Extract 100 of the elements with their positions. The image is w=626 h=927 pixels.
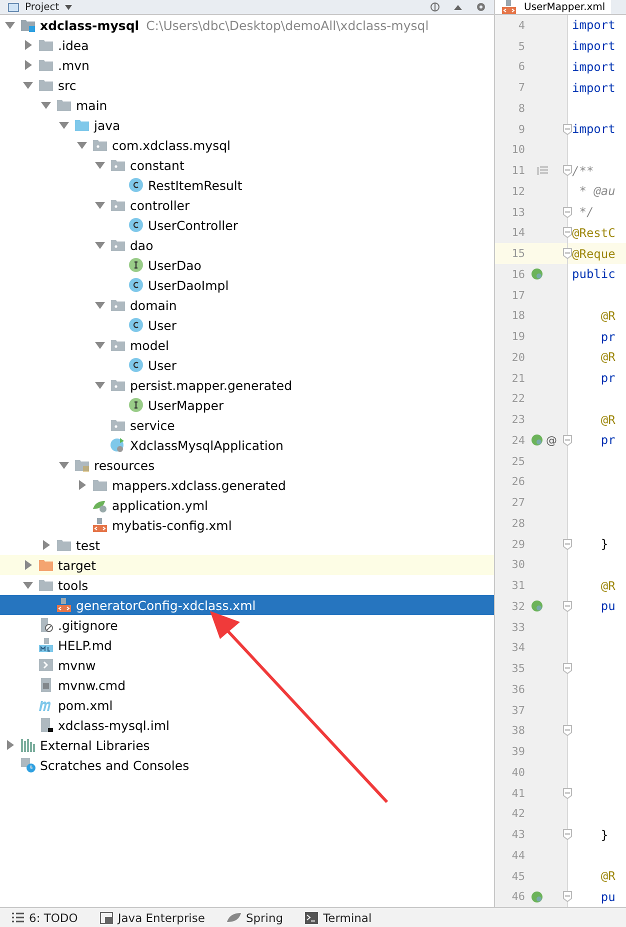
tree-row[interactable]: model [0, 335, 494, 355]
tree-row[interactable]: target [0, 555, 494, 575]
tree-row[interactable]: mvnw.cmd [0, 675, 494, 695]
expand-arrow-icon[interactable] [22, 559, 34, 571]
tree-row[interactable]: mvnw [0, 655, 494, 675]
tree-row[interactable]: mybatis-config.xml [0, 515, 494, 535]
expand-arrow-icon[interactable] [94, 379, 106, 391]
tree-row[interactable]: application.yml [0, 495, 494, 515]
package-icon [110, 157, 126, 173]
tree-row[interactable]: test [0, 535, 494, 555]
tool-window-button[interactable]: Terminal [305, 910, 372, 924]
tree-row[interactable]: External Libraries [0, 735, 494, 755]
tree-row[interactable]: com.xdclass.mysql [0, 135, 494, 155]
fold-marker-icon[interactable] [563, 788, 572, 799]
line-number: 38 [510, 724, 525, 738]
fold-marker-icon[interactable] [563, 165, 572, 176]
tree-row[interactable]: generatorConfig-xdclass.xml [0, 595, 494, 615]
expand-arrow-icon[interactable] [40, 99, 52, 111]
settings-icon[interactable] [476, 2, 486, 12]
expand-arrow-icon[interactable] [58, 119, 70, 131]
tree-row[interactable]: src [0, 75, 494, 95]
expand-arrow-icon[interactable] [22, 579, 34, 591]
expand-arrow-icon[interactable] [22, 59, 34, 71]
tree-row[interactable]: resources [0, 455, 494, 475]
tool-window-button[interactable]: Spring [226, 910, 284, 924]
fold-marker-icon[interactable] [563, 124, 572, 135]
code-text: } [600, 828, 608, 842]
tree-row[interactable]: UserController [0, 215, 494, 235]
fold-marker-icon[interactable] [563, 891, 572, 902]
file-name: UserDao [148, 258, 202, 272]
editor-tab[interactable]: UserMapper.xml [495, 0, 612, 14]
line-number: 21 [510, 372, 525, 385]
code-text: @R [600, 869, 616, 884]
tree-row[interactable]: pom.xml [0, 695, 494, 715]
fold-marker-icon[interactable] [563, 538, 572, 550]
ignore-file-icon [38, 617, 54, 633]
tree-row[interactable]: HELP.md [0, 635, 494, 655]
tree-row[interactable]: .mvn [0, 55, 494, 75]
tool-window-button[interactable]: Java Enterprise [100, 910, 205, 924]
fold-marker-icon[interactable] [563, 663, 572, 674]
tree-row[interactable]: domain [0, 295, 494, 315]
expand-arrow-icon[interactable] [94, 299, 106, 311]
fold-marker-icon[interactable] [563, 434, 572, 446]
expand-arrow-icon[interactable] [94, 239, 106, 251]
tree-row[interactable]: tools [0, 575, 494, 595]
tool-window-button[interactable]: 6: TODO [12, 910, 78, 924]
gutter-marker[interactable]: @ [546, 434, 557, 447]
tree-row[interactable]: .idea [0, 35, 494, 55]
expand-arrow-icon[interactable] [22, 79, 34, 91]
tree-row[interactable]: XdclassMysqlApplication [0, 435, 494, 455]
locate-icon[interactable] [430, 2, 440, 12]
expand-arrow-icon[interactable] [40, 539, 52, 551]
caret-icon[interactable] [65, 4, 72, 10]
tree-row[interactable]: User [0, 315, 494, 335]
tree-row[interactable]: dao [0, 235, 494, 255]
tree-row[interactable]: mappers.xdclass.generated [0, 475, 494, 495]
expand-arrow-icon[interactable] [94, 199, 106, 211]
tree-row[interactable]: persist.mapper.generated [0, 375, 494, 395]
package-icon [110, 237, 126, 253]
code-text: import [571, 60, 616, 74]
fold-marker-icon[interactable] [563, 600, 572, 612]
file-name: HELP.md [58, 638, 112, 652]
tree-row[interactable]: controller [0, 195, 494, 215]
tree-row[interactable]: UserDao [0, 255, 494, 275]
expand-arrow-icon[interactable] [58, 459, 70, 471]
expand-arrow-icon[interactable] [22, 39, 34, 51]
collapse-icon[interactable] [454, 4, 462, 10]
tree-row[interactable]: service [0, 415, 494, 435]
folder-icon [56, 97, 72, 113]
tree-row[interactable]: UserDaoImpl [0, 275, 494, 295]
fold-marker-icon[interactable] [563, 248, 572, 260]
tree-row[interactable]: xdclass-mysql.iml [0, 715, 494, 735]
expand-arrow-icon[interactable] [4, 19, 16, 31]
tree-row[interactable]: RestItemResult [0, 175, 494, 195]
bean-icon [531, 434, 543, 446]
expand-arrow-icon[interactable] [94, 159, 106, 171]
fold-marker-icon[interactable] [563, 725, 572, 736]
expand-arrow-icon[interactable] [76, 479, 88, 491]
tree-row[interactable]: .gitignore [0, 615, 494, 635]
panel-title[interactable]: Project [25, 2, 60, 12]
tree-row[interactable]: Scratches and Consoles [0, 755, 494, 775]
file-name: test [76, 538, 100, 552]
expand-arrow-icon[interactable] [4, 739, 16, 751]
tree-row[interactable]: User [0, 355, 494, 375]
tree-row[interactable]: xdclass-mysql C:\Users\dbc\Desktop\demoAll\xdclass-mysql [0, 15, 494, 35]
line-number: 35 [510, 662, 525, 676]
class-icon [128, 357, 144, 373]
tree-row[interactable]: UserMapper [0, 395, 494, 415]
code-text: @RestC [571, 226, 616, 240]
fold-marker-icon[interactable] [563, 227, 572, 238]
tree-row[interactable]: java [0, 115, 494, 135]
code-text: @R [600, 350, 616, 364]
file-name: target [58, 558, 96, 572]
expand-arrow-icon[interactable] [76, 139, 88, 151]
tree-row[interactable]: main [0, 95, 494, 115]
tree-row[interactable]: constant [0, 155, 494, 175]
fold-marker-icon[interactable] [563, 829, 572, 840]
expand-arrow-icon[interactable] [94, 339, 106, 351]
line-number: 42 [510, 807, 525, 820]
fold-marker-icon[interactable] [563, 206, 572, 218]
